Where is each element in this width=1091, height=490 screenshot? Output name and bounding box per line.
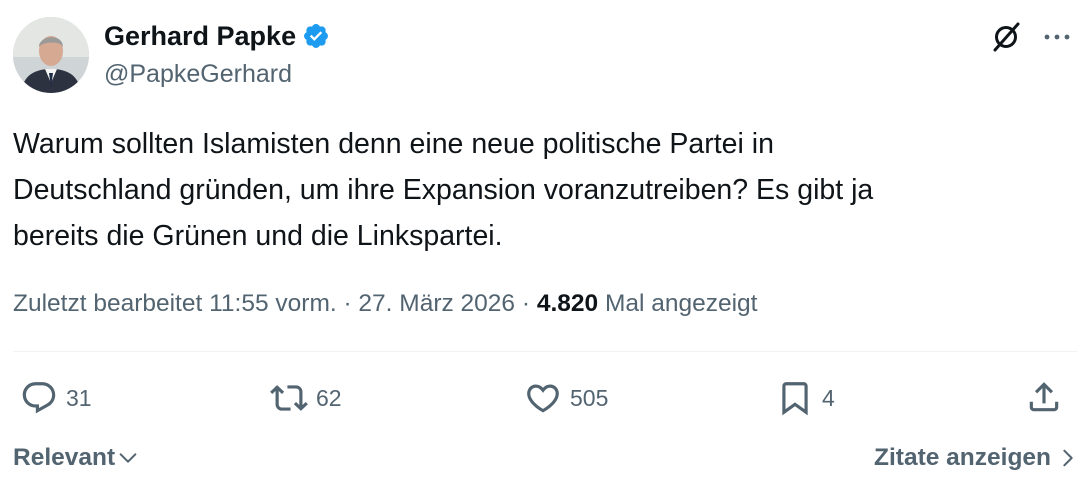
sort-dropdown[interactable]: Relevant xyxy=(13,440,139,476)
divider xyxy=(13,351,1077,352)
author-name[interactable]: Gerhard Papke xyxy=(104,17,296,55)
grok-icon[interactable] xyxy=(989,20,1023,54)
sort-label: Relevant xyxy=(13,444,116,471)
retweet-button[interactable]: 62 xyxy=(270,378,342,418)
more-options-icon[interactable] xyxy=(1040,20,1074,54)
edited-timestamp-link[interactable]: Zuletzt bearbeitet 11:55 vorm. · 27. Mär… xyxy=(13,290,537,317)
share-icon xyxy=(1029,382,1059,412)
views-label: Mal angezeigt xyxy=(598,290,758,317)
view-quotes-link[interactable]: Zitate anzeigen xyxy=(874,440,1079,476)
views-count: 4.820 xyxy=(536,290,599,317)
like-count: 505 xyxy=(570,385,609,411)
chevron-down-icon xyxy=(119,453,137,463)
avatar-image xyxy=(13,17,89,93)
reply-button[interactable]: 31 xyxy=(20,378,92,418)
heart-icon xyxy=(527,384,559,413)
chevron-right-icon xyxy=(1063,449,1073,467)
retweet-count: 62 xyxy=(316,385,342,411)
retweet-icon xyxy=(270,385,308,411)
reply-count: 31 xyxy=(66,385,92,411)
bookmark-icon xyxy=(782,382,808,416)
reply-icon xyxy=(22,382,56,414)
like-button[interactable]: 505 xyxy=(524,378,608,418)
author-name-row[interactable]: Gerhard Papke xyxy=(104,17,330,55)
bookmark-count: 4 xyxy=(822,385,835,411)
tweet-text: Warum sollten Islamisten denn eine neue … xyxy=(13,128,874,252)
avatar[interactable] xyxy=(13,17,89,93)
author-handle[interactable]: @PapkeGerhard xyxy=(104,57,292,91)
bookmark-button[interactable]: 4 xyxy=(776,378,835,418)
verified-badge-icon[interactable] xyxy=(302,22,330,50)
tweet-meta: Zuletzt bearbeitet 11:55 vorm. · 27. Mär… xyxy=(13,285,758,323)
quotes-label: Zitate anzeigen xyxy=(874,444,1051,471)
share-button[interactable] xyxy=(1025,378,1063,416)
